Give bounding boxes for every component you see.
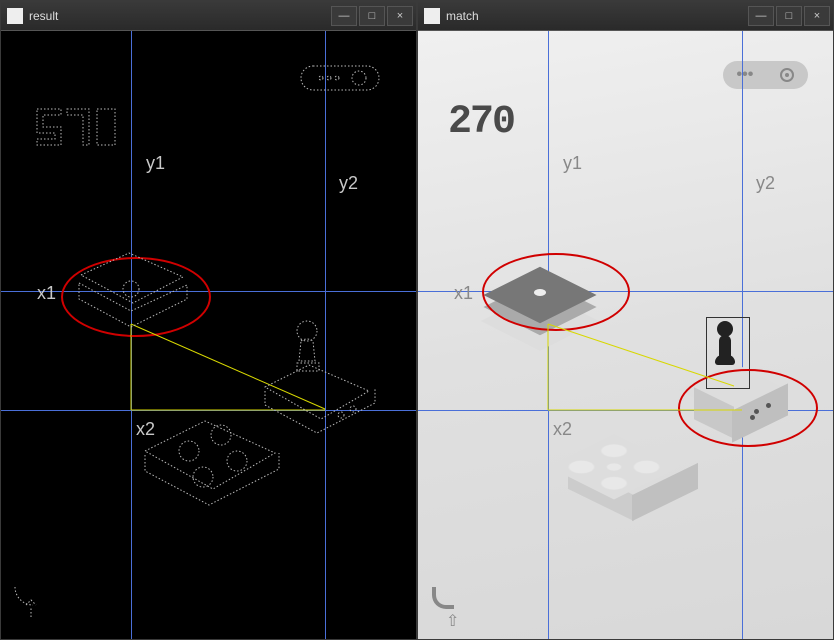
window-title: result (29, 9, 330, 23)
minimize-button[interactable]: — (331, 6, 357, 26)
maximize-button[interactable]: □ (776, 6, 802, 26)
corner-decoration (432, 587, 454, 609)
overlay-lines (1, 31, 416, 639)
maximize-button[interactable]: □ (359, 6, 385, 26)
ellipse-target-1 (482, 253, 630, 331)
guide-x2-line (1, 410, 416, 411)
label-y2: y2 (339, 173, 358, 194)
label-x1: x1 (454, 283, 473, 304)
close-button[interactable]: × (387, 6, 413, 26)
titlebar-match[interactable]: match — □ × (418, 1, 833, 31)
window-match: match — □ × 270 ••• y1 y2 x1 x2 (417, 0, 834, 640)
match-canvas: 270 ••• y1 y2 x1 x2 (418, 31, 833, 639)
ellipse-target-2 (678, 369, 818, 447)
minimize-button[interactable]: — (748, 6, 774, 26)
label-x2: x2 (553, 419, 572, 440)
app-icon (7, 8, 23, 24)
label-y1: y1 (563, 153, 582, 174)
menu-pill[interactable]: ••• (723, 61, 808, 89)
target-icon (780, 68, 794, 82)
window-controls: — □ × (330, 6, 414, 26)
titlebar-result[interactable]: result — □ × (1, 1, 416, 31)
label-x1: x1 (37, 283, 56, 304)
label-x2: x2 (136, 419, 155, 440)
share-icon[interactable]: ⇧ (446, 611, 459, 631)
label-y1: y1 (146, 153, 165, 174)
ellipse-target-1 (61, 257, 211, 337)
app-icon (424, 8, 440, 24)
label-y2: y2 (756, 173, 775, 194)
guide-y2-line (325, 31, 326, 639)
score-text: 270 (448, 96, 514, 145)
more-icon: ••• (737, 66, 754, 84)
result-canvas: y1 y2 x1 x2 (1, 31, 416, 639)
pattern-block (548, 449, 678, 529)
edge-outlines (1, 31, 416, 639)
window-controls: — □ × (747, 6, 831, 26)
close-button[interactable]: × (804, 6, 830, 26)
window-title: match (446, 9, 747, 23)
window-result: result — □ × y1 y2 x1 x2 (0, 0, 417, 640)
